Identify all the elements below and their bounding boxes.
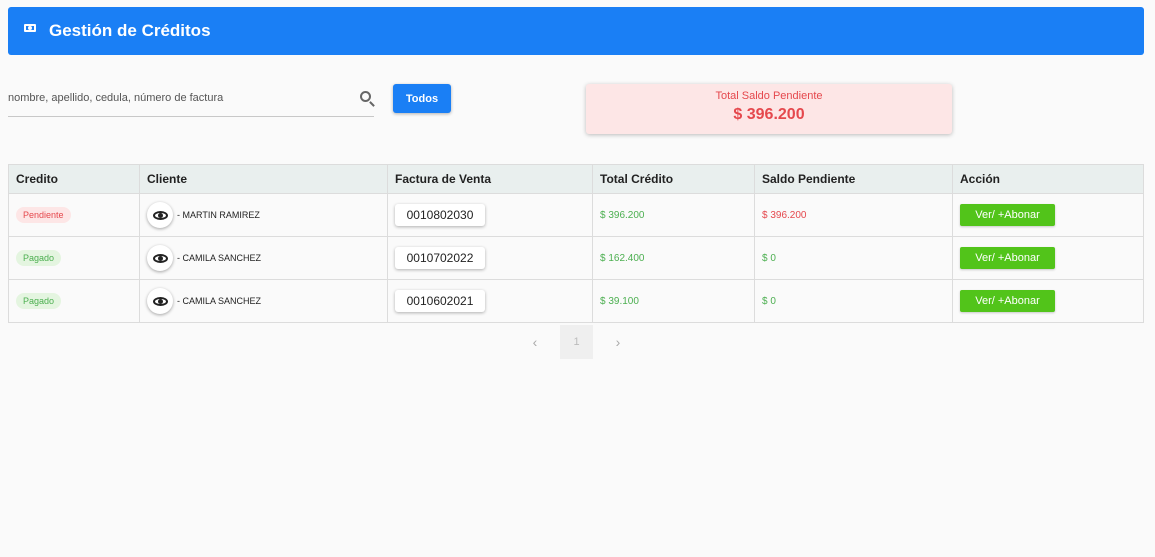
client-name: - CAMILA SANCHEZ xyxy=(177,296,262,306)
eye-icon xyxy=(152,296,168,306)
client-name: - MARTIN RAMIREZ xyxy=(177,210,260,220)
chevron-right-icon[interactable]: › xyxy=(608,334,628,350)
table-header-row: Credito Cliente Factura de Venta Total C… xyxy=(8,164,1144,194)
view-pay-button[interactable]: Ver/ +Abonar xyxy=(960,290,1055,312)
invoice-number-button[interactable]: 0010802030 xyxy=(395,204,485,226)
page-title: Gestión de Créditos xyxy=(49,21,211,40)
status-badge: Pagado xyxy=(16,293,62,309)
view-client-button[interactable] xyxy=(147,202,173,228)
chevron-left-icon[interactable]: ‹ xyxy=(525,334,545,350)
search-icon[interactable] xyxy=(360,91,371,102)
eye-icon xyxy=(152,253,168,263)
view-pay-button[interactable]: Ver/ +Abonar xyxy=(960,204,1055,226)
credits-table: Credito Cliente Factura de Venta Total C… xyxy=(8,164,1144,323)
invoice-number-button[interactable]: 0010602021 xyxy=(395,290,485,312)
client-name: - CAMILA SANCHEZ xyxy=(177,253,262,263)
pending-balance: $ 396.200 xyxy=(762,210,807,221)
column-header-cliente: Cliente xyxy=(139,164,388,194)
view-client-button[interactable] xyxy=(147,288,173,314)
total-credit: $ 162.400 xyxy=(600,253,645,264)
total-balance-value: $ 396.200 xyxy=(733,106,805,123)
page-header: Gestión de Créditos xyxy=(8,7,1144,55)
total-credit: $ 39.100 xyxy=(600,296,639,307)
status-badge: Pagado xyxy=(16,250,62,266)
column-header-factura: Factura de Venta xyxy=(387,164,593,194)
column-header-accion: Acción xyxy=(952,164,1144,194)
table-row: Pagado - CAMILA SANCHEZ 0010702022 $ 162… xyxy=(8,236,1144,280)
eye-icon xyxy=(152,210,168,220)
filter-all-button[interactable]: Todos xyxy=(393,84,451,113)
status-badge: Pendiente xyxy=(16,207,71,223)
pending-balance: $ 0 xyxy=(762,296,776,307)
total-credit: $ 396.200 xyxy=(600,210,645,221)
search-input[interactable] xyxy=(8,82,338,112)
view-client-button[interactable] xyxy=(147,245,173,271)
table-row: Pendiente - MARTIN RAMIREZ 0010802030 $ … xyxy=(8,193,1144,237)
total-balance-card: Total Saldo Pendiente $ 396.200 xyxy=(586,84,952,134)
invoice-number-button[interactable]: 0010702022 xyxy=(395,247,485,269)
column-header-credito: Credito xyxy=(8,164,140,194)
money-icon xyxy=(24,24,36,32)
pagination: ‹ 1 › xyxy=(525,325,628,359)
page-button-current[interactable]: 1 xyxy=(560,325,593,359)
search-field xyxy=(8,82,374,117)
pending-balance: $ 0 xyxy=(762,253,776,264)
table-row: Pagado - CAMILA SANCHEZ 0010602021 $ 39.… xyxy=(8,279,1144,323)
column-header-total: Total Crédito xyxy=(592,164,755,194)
total-balance-label: Total Saldo Pendiente xyxy=(715,90,823,102)
view-pay-button[interactable]: Ver/ +Abonar xyxy=(960,247,1055,269)
column-header-saldo: Saldo Pendiente xyxy=(754,164,953,194)
